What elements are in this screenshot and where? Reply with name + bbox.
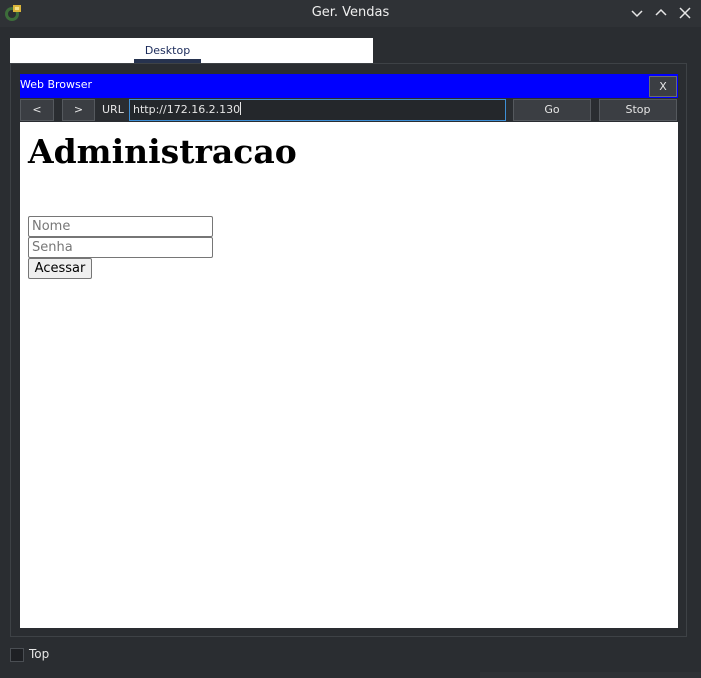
page-heading: Administracao <box>28 132 297 171</box>
back-button[interactable]: < <box>20 99 54 121</box>
browser-nav-row: < > URL http://172.16.2.130 Go Stop <box>20 99 678 122</box>
url-label: URL <box>102 103 124 116</box>
tab-strip: Desktop <box>10 38 373 63</box>
window-titlebar: Ger. Vendas <box>0 0 701 27</box>
go-button[interactable]: Go <box>513 99 591 121</box>
minimize-icon[interactable] <box>627 3 647 23</box>
browser-title: Web Browser <box>20 78 93 91</box>
browser-titlebar[interactable]: Web Browser X <box>20 74 678 98</box>
password-input[interactable]: Senha <box>28 237 213 258</box>
tab-desktop[interactable]: Desktop <box>134 38 201 63</box>
name-input[interactable]: Nome <box>28 216 213 237</box>
web-browser-window: Web Browser X < > URL http://172.16.2.13… <box>20 74 678 629</box>
page-content: Administracao Nome Senha Acessar <box>20 122 678 628</box>
stop-button[interactable]: Stop <box>599 99 677 121</box>
url-input[interactable]: http://172.16.2.130 <box>129 99 506 121</box>
text-caret <box>240 102 242 115</box>
browser-close-button[interactable]: X <box>649 76 677 97</box>
maximize-icon[interactable] <box>651 3 671 23</box>
top-checkbox[interactable] <box>10 648 24 662</box>
top-label: Top <box>29 647 50 661</box>
password-placeholder: Senha <box>32 240 73 255</box>
bottom-strip <box>480 672 701 678</box>
name-placeholder: Nome <box>32 219 71 234</box>
close-icon[interactable] <box>675 3 695 23</box>
url-value: http://172.16.2.130 <box>133 103 241 116</box>
forward-button[interactable]: > <box>62 99 95 121</box>
acessar-button[interactable]: Acessar <box>28 258 92 279</box>
window-title: Ger. Vendas <box>311 5 390 20</box>
